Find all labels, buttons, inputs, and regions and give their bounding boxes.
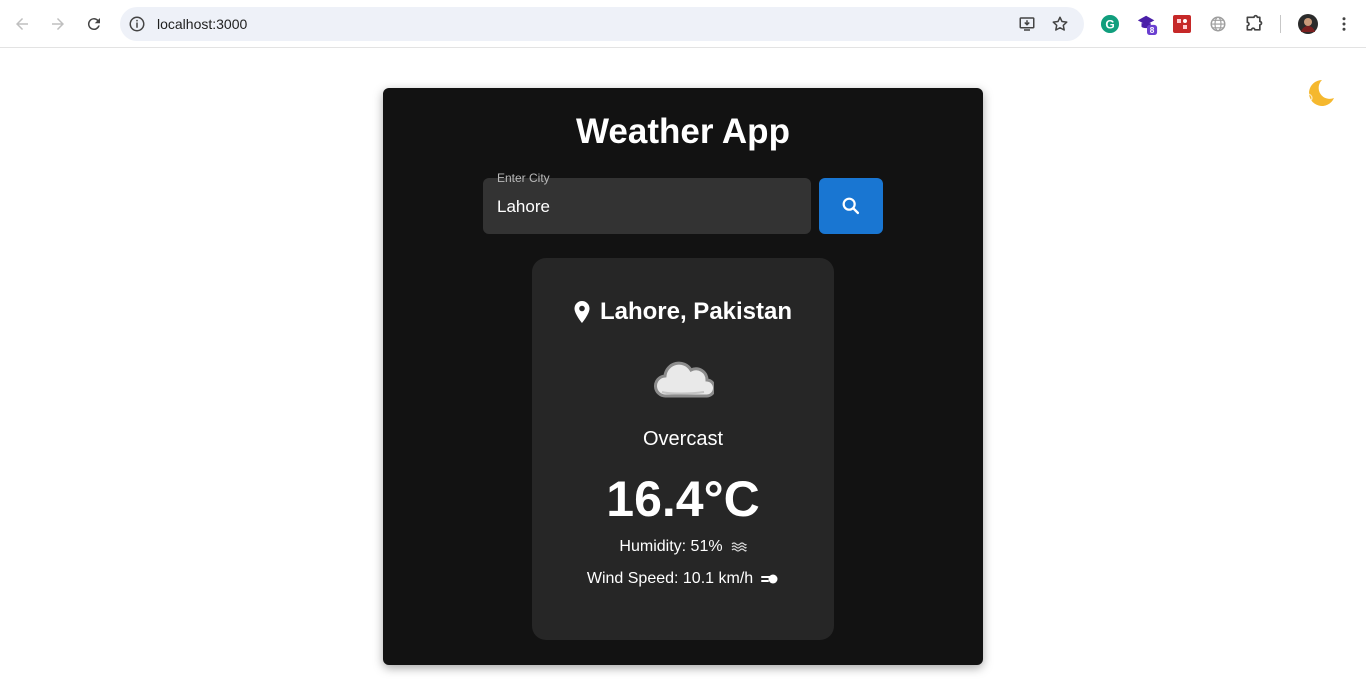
wind-speed-row: Wind Speed: 10.1 km/h [0, 570, 1366, 588]
weather-condition: Overcast [642, 428, 724, 450]
page-title: Weather App [576, 112, 790, 151]
arrow-left-icon [16, 18, 28, 30]
profile-avatar[interactable] [1297, 13, 1319, 35]
humidity-text: Humidity: 51% [619, 538, 723, 555]
extension-badge: 8 [1150, 26, 1155, 35]
humidity-row: Humidity: 51% [0, 538, 1366, 556]
forward-button[interactable] [46, 12, 70, 36]
reload-icon [87, 18, 100, 31]
grammarly-extension-icon[interactable]: G [1099, 13, 1121, 35]
wind-icon [761, 574, 778, 584]
location-pin-icon [574, 301, 590, 323]
bookmark-star-icon[interactable] [1050, 14, 1070, 34]
moon-icon [1307, 80, 1334, 106]
globe-extension-icon[interactable] [1207, 13, 1229, 35]
back-button[interactable] [10, 12, 34, 36]
location-row: Lahore, Pakistan [0, 298, 1366, 326]
browser-toolbar: localhost:3000 G 8 [0, 0, 1366, 48]
academic-extension-icon[interactable]: 8 [1136, 13, 1158, 35]
humidity-waves-icon [731, 542, 747, 552]
address-bar[interactable] [120, 7, 1084, 41]
city-input-label: Enter City [497, 171, 550, 185]
url-text[interactable]: localhost:3000 [157, 16, 247, 32]
search-icon [842, 197, 860, 215]
toolbar-divider [1280, 15, 1281, 33]
city-input-value[interactable]: Lahore [497, 197, 550, 217]
cloud-icon [652, 356, 716, 402]
red-extension-icon[interactable] [1171, 13, 1193, 35]
svg-text:G: G [1105, 18, 1114, 32]
search-button[interactable] [819, 178, 883, 234]
theme-toggle-button[interactable] [1300, 76, 1336, 112]
temperature: 16.4°C [606, 471, 760, 527]
browser-menu-icon[interactable] [1333, 13, 1355, 35]
site-info-icon[interactable] [128, 15, 146, 33]
install-app-icon[interactable] [1017, 14, 1037, 34]
reload-button[interactable] [82, 12, 106, 36]
wind-speed-text: Wind Speed: 10.1 km/h [586, 570, 754, 587]
location-name: Lahore, Pakistan [599, 298, 793, 325]
arrow-right-icon [52, 18, 64, 30]
extensions-puzzle-icon[interactable] [1243, 13, 1265, 35]
